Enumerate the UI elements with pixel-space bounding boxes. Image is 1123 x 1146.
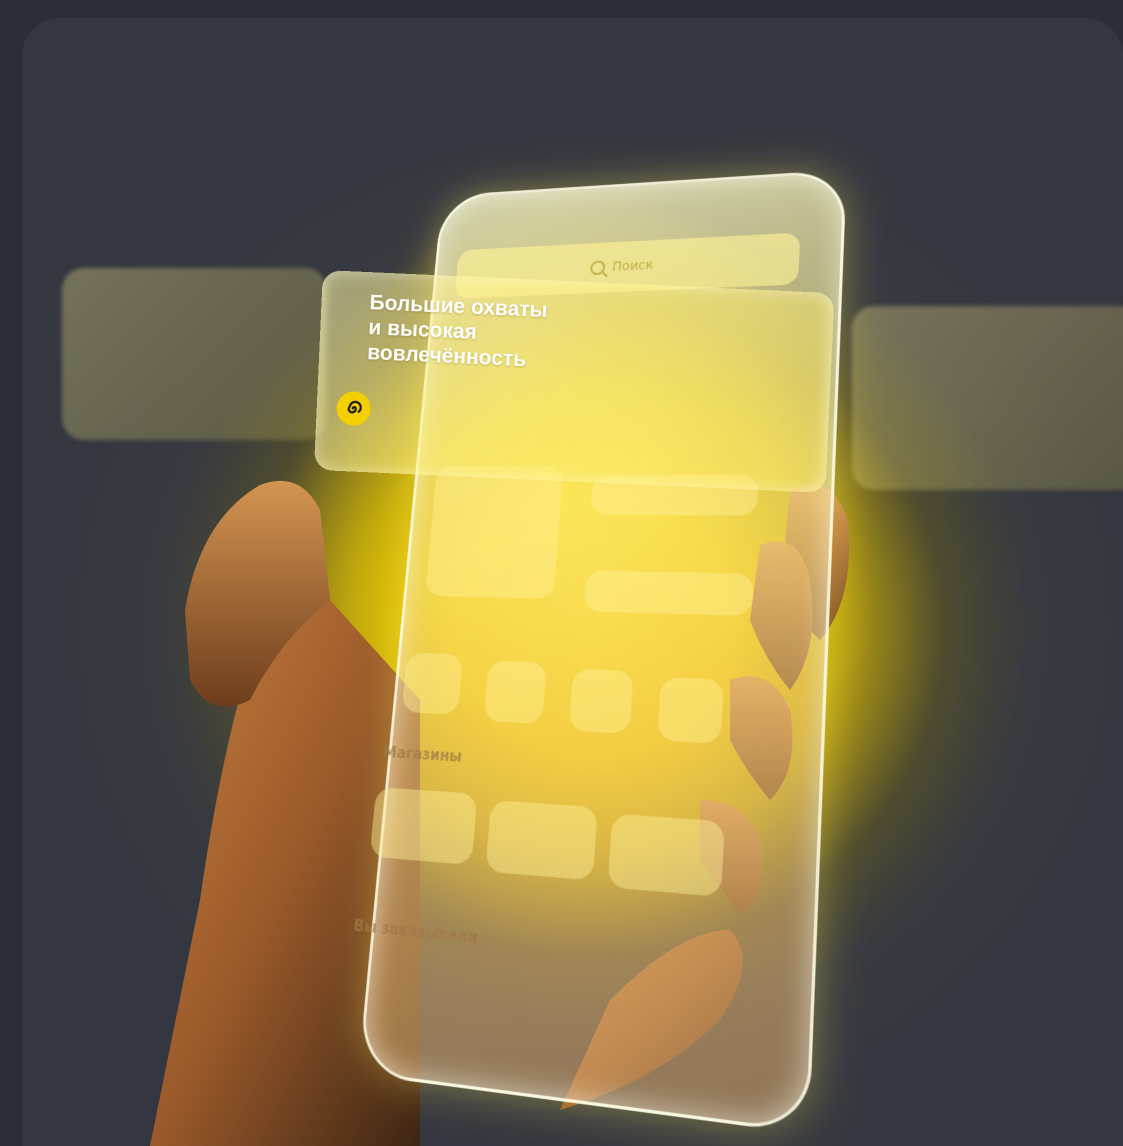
banner-title: Большие охваты и высокая вовлечённость (367, 290, 660, 378)
search-icon (590, 260, 606, 275)
tile-icon-3[interactable] (569, 668, 634, 733)
search-placeholder: Поиск (612, 258, 654, 274)
shop-card-2[interactable] (485, 800, 597, 881)
tile-icon-4[interactable] (657, 677, 724, 744)
tile-icon-2[interactable] (484, 660, 547, 724)
swirl-logo-icon (336, 391, 372, 427)
tile-large[interactable] (425, 466, 564, 599)
shop-card-3[interactable] (607, 814, 724, 897)
tile-icon-1[interactable] (402, 652, 464, 714)
shop-card-1[interactable] (370, 787, 478, 865)
promo-banner: Большие охваты и высокая вовлечённость (314, 270, 835, 493)
tile-small-2[interactable] (583, 571, 754, 616)
